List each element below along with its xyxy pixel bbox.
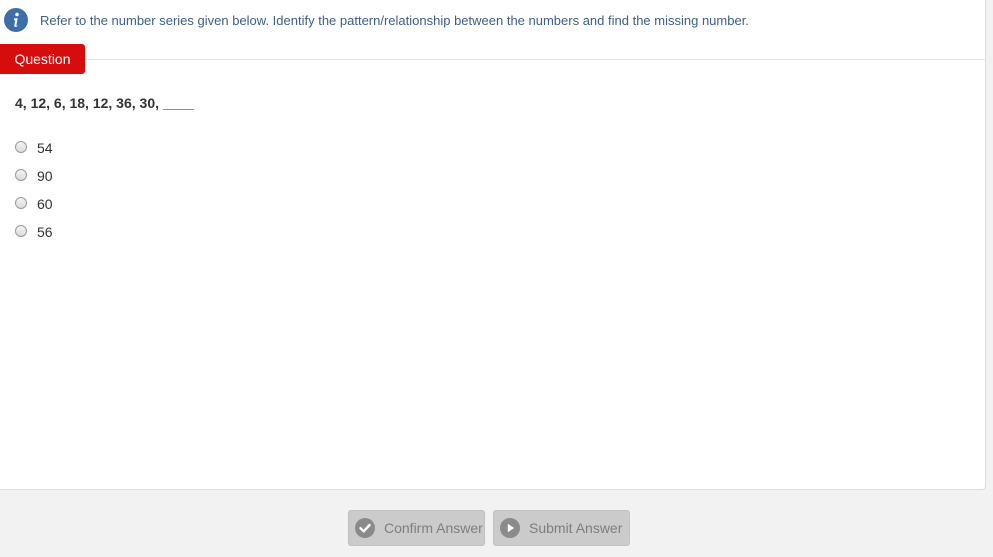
check-circle-icon [355, 518, 375, 538]
info-icon [4, 8, 28, 32]
option-90[interactable]: 90 [15, 161, 53, 189]
submit-answer-button[interactable]: Submit Answer [493, 510, 630, 546]
radio-button[interactable] [15, 225, 27, 237]
play-circle-icon [500, 518, 520, 538]
question-panel: Refer to the number series given below. … [0, 0, 986, 490]
option-label: 90 [37, 168, 53, 184]
answer-options: 54 90 60 56 [15, 133, 53, 245]
option-label: 60 [37, 196, 53, 212]
divider [0, 59, 985, 60]
option-label: 56 [37, 224, 53, 240]
question-text: 4, 12, 6, 18, 12, 36, 30, ____ [15, 95, 195, 111]
question-tab: Question [0, 44, 85, 74]
radio-button[interactable] [15, 169, 27, 181]
confirm-answer-label: Confirm Answer [384, 520, 483, 536]
option-label: 54 [37, 140, 53, 156]
submit-answer-label: Submit Answer [529, 520, 623, 536]
instruction-text: Refer to the number series given below. … [40, 12, 749, 28]
instruction-bar: Refer to the number series given below. … [4, 8, 749, 32]
option-56[interactable]: 56 [15, 217, 53, 245]
confirm-answer-button[interactable]: Confirm Answer [348, 510, 485, 546]
radio-button[interactable] [15, 197, 27, 209]
option-60[interactable]: 60 [15, 189, 53, 217]
radio-button[interactable] [15, 141, 27, 153]
option-54[interactable]: 54 [15, 133, 53, 161]
